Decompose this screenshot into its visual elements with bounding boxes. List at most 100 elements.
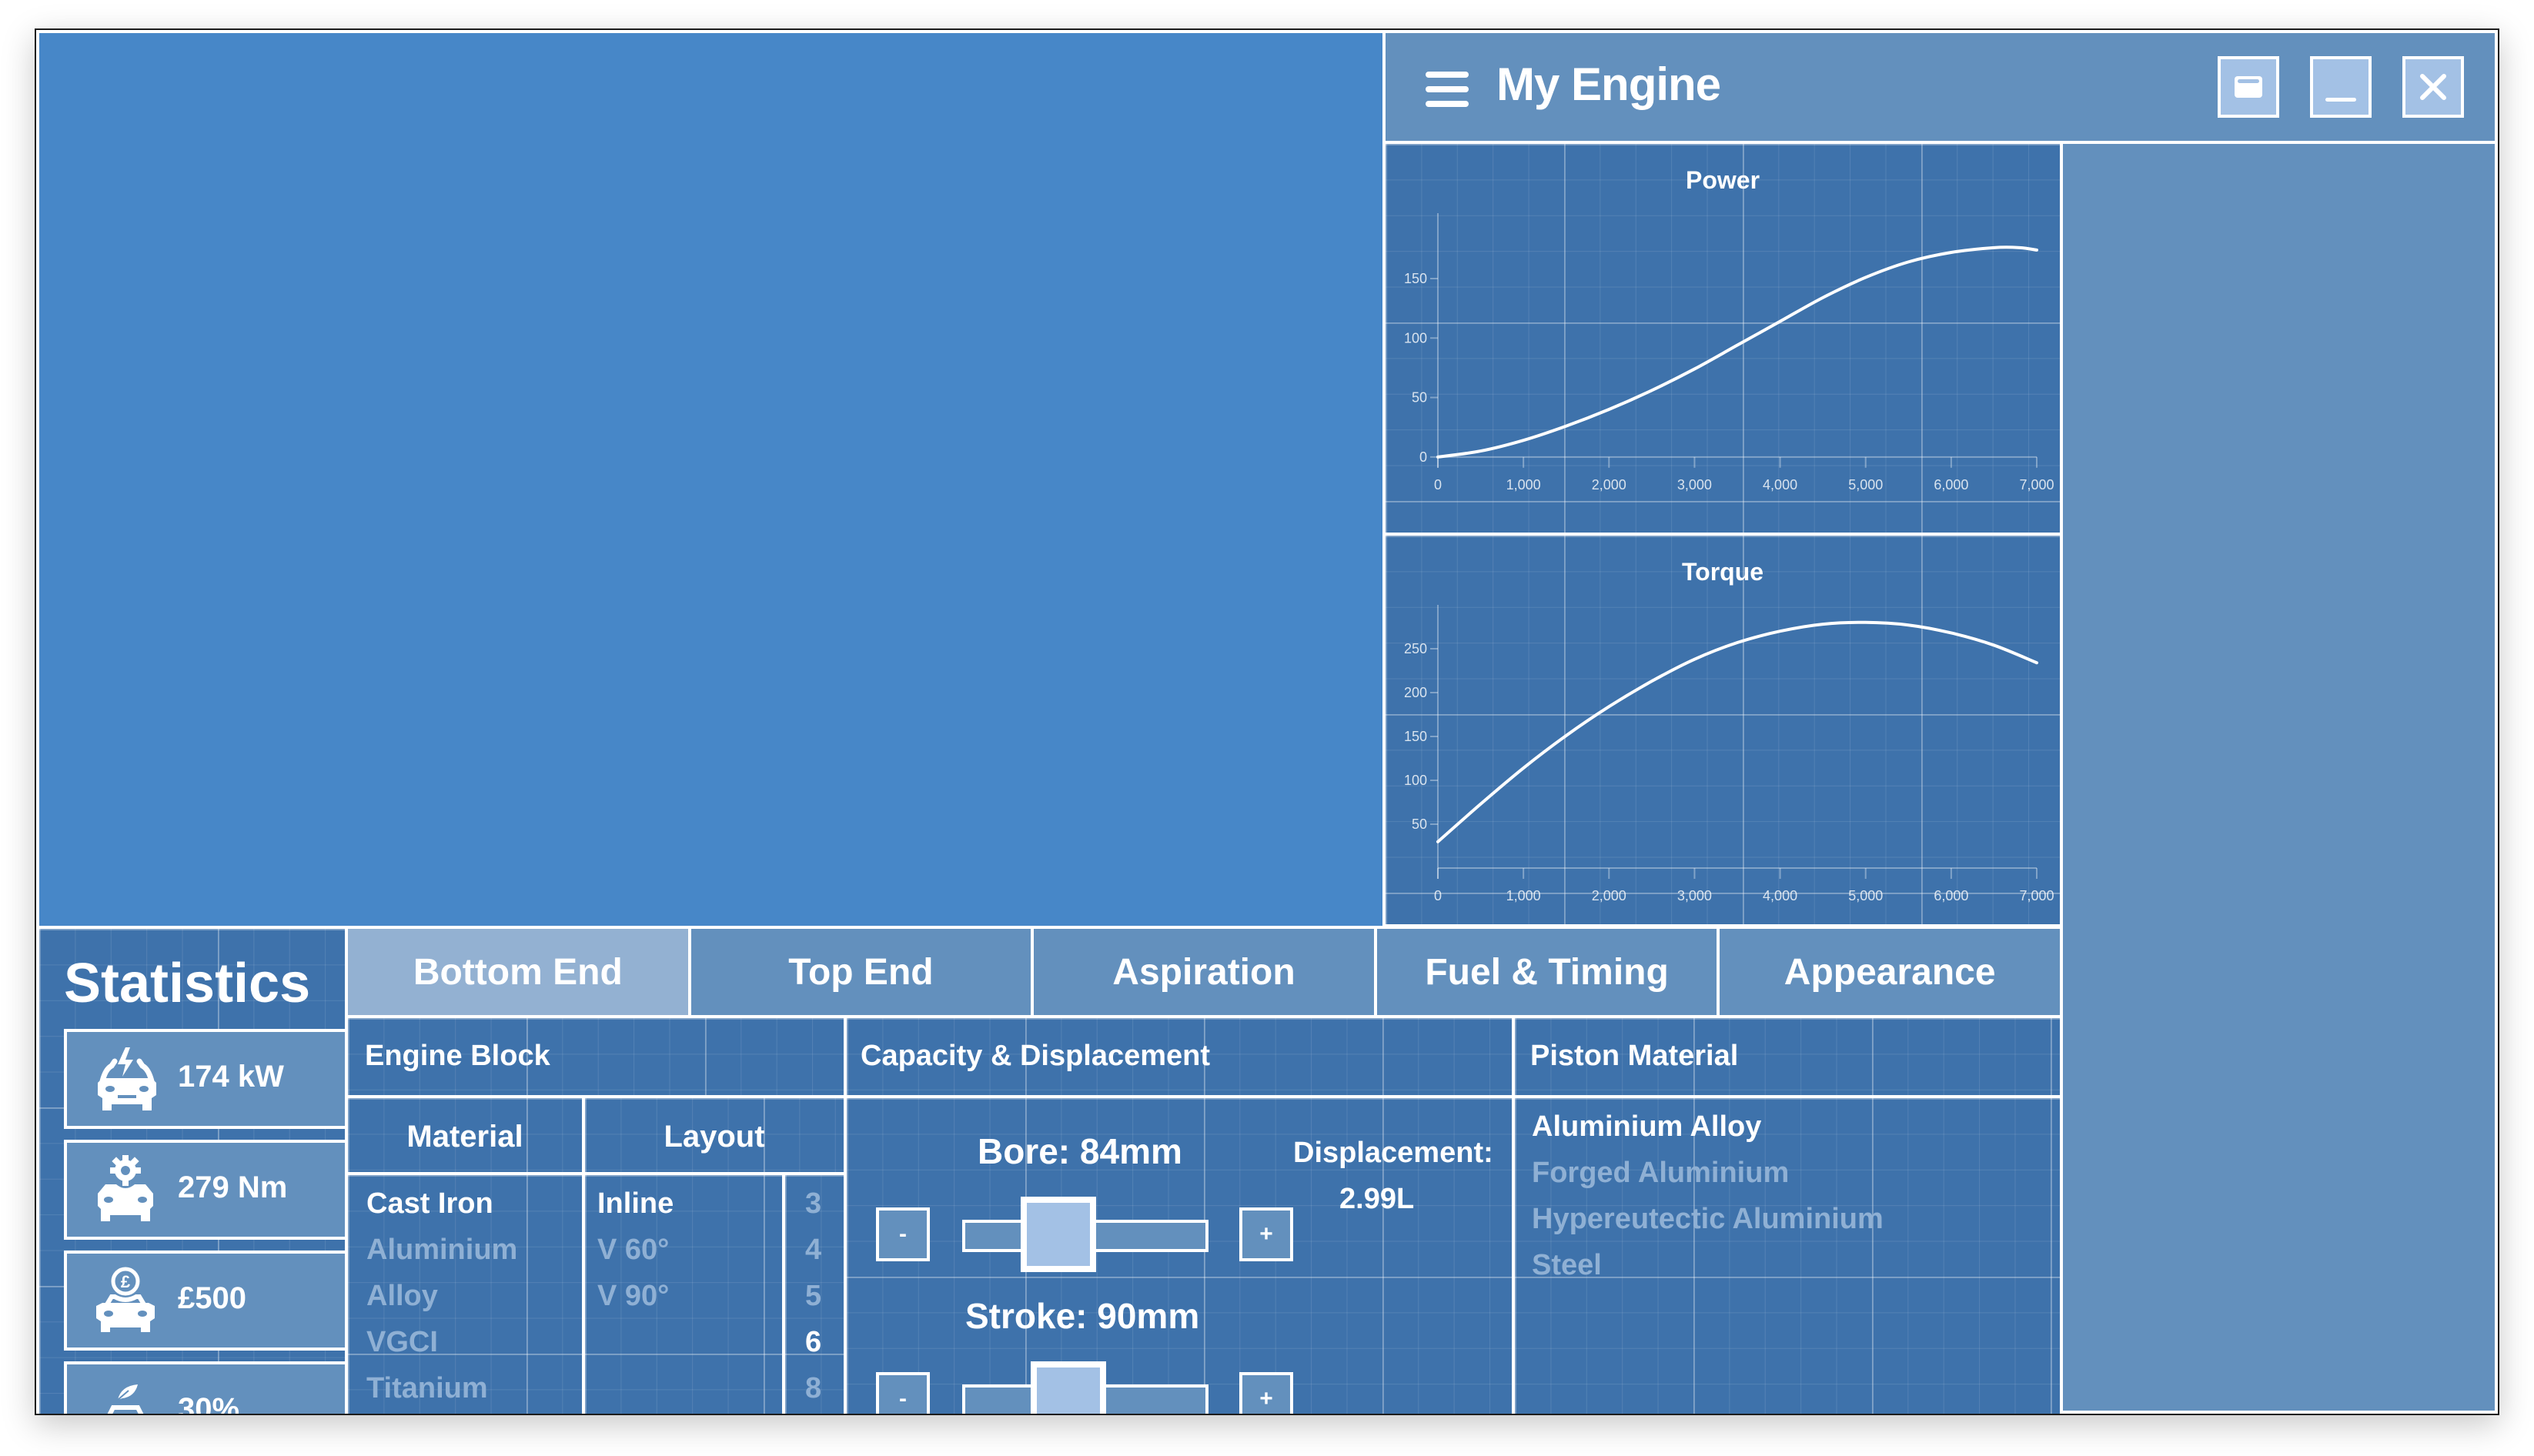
statistics-panel: Statistics 174 kW 279 Nm £ £500 30% <box>39 929 345 1414</box>
x-tick-label: 3,000 <box>1677 888 1712 903</box>
piston-title: Piston Material <box>1530 1040 1739 1072</box>
layout-option[interactable]: Inline <box>597 1187 674 1221</box>
title-bar: My Engine <box>1386 33 2495 141</box>
charts-area: Power 0 1,000 2,000 3,000 4,000 5,000 6,000 7,00… <box>1386 144 2060 924</box>
x-tick-label: 4,000 <box>1763 477 1797 493</box>
chart-title: Power <box>1686 166 1760 194</box>
statistics-title: Statistics <box>64 953 311 1014</box>
capacity-body: Bore: 84mm - + Stroke: 90mm - + Displace… <box>847 1098 1512 1414</box>
material-option[interactable]: Titanium <box>366 1372 488 1405</box>
stroke-decrease-button[interactable]: - <box>876 1372 930 1414</box>
y-tick-label: 0 <box>1419 449 1427 465</box>
close-icon <box>2420 74 2446 100</box>
x-tick-label: 5,000 <box>1848 477 1883 493</box>
capacity-header: Capacity & Displacement <box>847 1018 1512 1095</box>
power-chart: Power 0 1,000 2,000 3,000 4,000 5,000 6,000 7,00… <box>1386 144 2060 533</box>
x-tick-label: 7,000 <box>2019 888 2054 903</box>
y-tick-label: 50 <box>1412 390 1427 406</box>
material-option[interactable]: Alloy <box>366 1280 438 1313</box>
tab-content: Engine Block Material Layout Cast Iron A… <box>348 1018 2060 1414</box>
layout-header: Layout <box>585 1098 844 1172</box>
cylinder-option[interactable]: 3 <box>805 1187 821 1221</box>
stat-cost-value: £500 <box>178 1281 246 1315</box>
cylinder-option[interactable]: 8 <box>805 1372 821 1405</box>
cylinder-list: 3 4 5 6 8 <box>785 1175 844 1414</box>
x-tick-label: 0 <box>1434 477 1442 493</box>
piston-header: Piston Material <box>1515 1018 2060 1095</box>
chart-title: Torque <box>1682 558 1763 586</box>
y-tick-label: 150 <box>1404 729 1427 744</box>
piston-option[interactable]: Hypereutectic Aluminium <box>1532 1203 1884 1236</box>
piston-option[interactable]: Aluminium Alloy <box>1532 1110 1761 1144</box>
window-title: My Engine <box>1496 58 1721 110</box>
car-gear-icon <box>98 1155 153 1221</box>
app-window: My Engine Power 0 1,000 2,000 3,000 4,00… <box>35 28 2499 1415</box>
tab-fuel-timing[interactable]: Fuel & Timing <box>1376 929 1717 1015</box>
stat-efficiency[interactable]: 30% <box>64 1361 345 1414</box>
stroke-label: Stroke: 90mm <box>965 1296 1200 1336</box>
layout-option[interactable]: V 60° <box>597 1234 669 1267</box>
x-tick-label: 2,000 <box>1592 888 1626 903</box>
tab-top-end[interactable]: Top End <box>690 929 1031 1015</box>
y-tick-label: 200 <box>1404 685 1427 700</box>
piston-option[interactable]: Forged Aluminium <box>1532 1157 1789 1190</box>
piston-list: Aluminium Alloy Forged Aluminium Hypereu… <box>1515 1098 2060 1414</box>
material-option[interactable]: Aluminium <box>366 1234 517 1267</box>
stroke-slider-thumb[interactable] <box>1030 1361 1106 1414</box>
engine-3d-viewport[interactable] <box>39 33 1382 926</box>
tab-bar: Bottom End Top End Aspiration Fuel & Tim… <box>348 929 2060 1015</box>
bore-slider-thumb[interactable] <box>1020 1197 1096 1272</box>
layout-option[interactable]: V 90° <box>597 1280 669 1313</box>
close-button[interactable] <box>2402 56 2464 118</box>
x-tick-label: 3,000 <box>1677 477 1712 493</box>
torque-chart: Torque 0 1,000 2,000 3,000 4,000 5,000 6,000 7,0… <box>1386 536 2060 924</box>
material-option[interactable]: Cast Iron <box>366 1187 493 1221</box>
hamburger-icon[interactable] <box>1426 72 1469 107</box>
x-tick-label: 6,000 <box>1934 888 1968 903</box>
y-tick-label: 50 <box>1412 816 1427 832</box>
piston-option[interactable]: Steel <box>1532 1249 1602 1282</box>
stat-power[interactable]: 174 kW <box>64 1029 345 1129</box>
capacity-title: Capacity & Displacement <box>861 1040 1211 1072</box>
displacement-value: 2.99L <box>1339 1183 1415 1215</box>
x-tick-label: 4,000 <box>1763 888 1797 903</box>
layout-header-label: Layout <box>664 1120 765 1154</box>
tab-bottom-end[interactable]: Bottom End <box>348 929 688 1015</box>
x-tick-label: 0 <box>1434 888 1442 903</box>
stat-torque-value: 279 Nm <box>178 1170 288 1204</box>
bore-increase-button[interactable]: + <box>1239 1207 1293 1261</box>
engine-block-header: Engine Block <box>348 1018 844 1095</box>
series-line-torque <box>1436 620 2038 843</box>
bore-label: Bore: 84mm <box>978 1131 1182 1171</box>
y-tick-label: 100 <box>1404 773 1427 788</box>
y-tick-label: 100 <box>1404 330 1427 346</box>
stroke-increase-button[interactable]: + <box>1239 1372 1293 1414</box>
x-tick-label: 5,000 <box>1848 888 1883 903</box>
car-cost-icon: £ <box>96 1267 155 1332</box>
material-header-label: Material <box>406 1120 523 1154</box>
tab-aspiration[interactable]: Aspiration <box>1034 929 1374 1015</box>
layout-list: Inline V 60° V 90° <box>585 1175 782 1414</box>
y-tick-label: 250 <box>1404 641 1427 656</box>
restore-button[interactable] <box>2218 56 2279 118</box>
stat-power-value: 174 kW <box>178 1060 284 1094</box>
bore-decrease-button[interactable]: - <box>876 1207 930 1261</box>
stat-torque[interactable]: 279 Nm <box>64 1140 345 1240</box>
material-option[interactable]: VGCI <box>366 1326 438 1359</box>
series-line-power <box>1436 245 2038 459</box>
cylinder-option[interactable]: 4 <box>805 1234 821 1267</box>
power-chart-svg: Power 0 1,000 2,000 3,000 4,000 5,000 6,000 7,00… <box>1404 166 2054 493</box>
window-icon <box>2235 76 2262 98</box>
cylinder-option[interactable]: 5 <box>805 1280 821 1313</box>
minimize-icon <box>2325 98 2356 102</box>
material-list: Cast Iron Aluminium Alloy VGCI Titanium <box>348 1175 582 1414</box>
tab-appearance[interactable]: Appearance <box>1720 929 2060 1015</box>
y-tick-label: 150 <box>1404 271 1427 286</box>
engine-block-title: Engine Block <box>365 1040 550 1072</box>
stat-cost[interactable]: £ £500 <box>64 1251 345 1351</box>
torque-chart-svg: Torque 0 1,000 2,000 3,000 4,000 5,000 6,000 7,0… <box>1404 558 2054 903</box>
minimize-button[interactable] <box>2310 56 2372 118</box>
svg-text:£: £ <box>121 1272 131 1291</box>
stat-efficiency-value: 30% <box>178 1392 240 1414</box>
cylinder-option[interactable]: 6 <box>805 1326 821 1359</box>
